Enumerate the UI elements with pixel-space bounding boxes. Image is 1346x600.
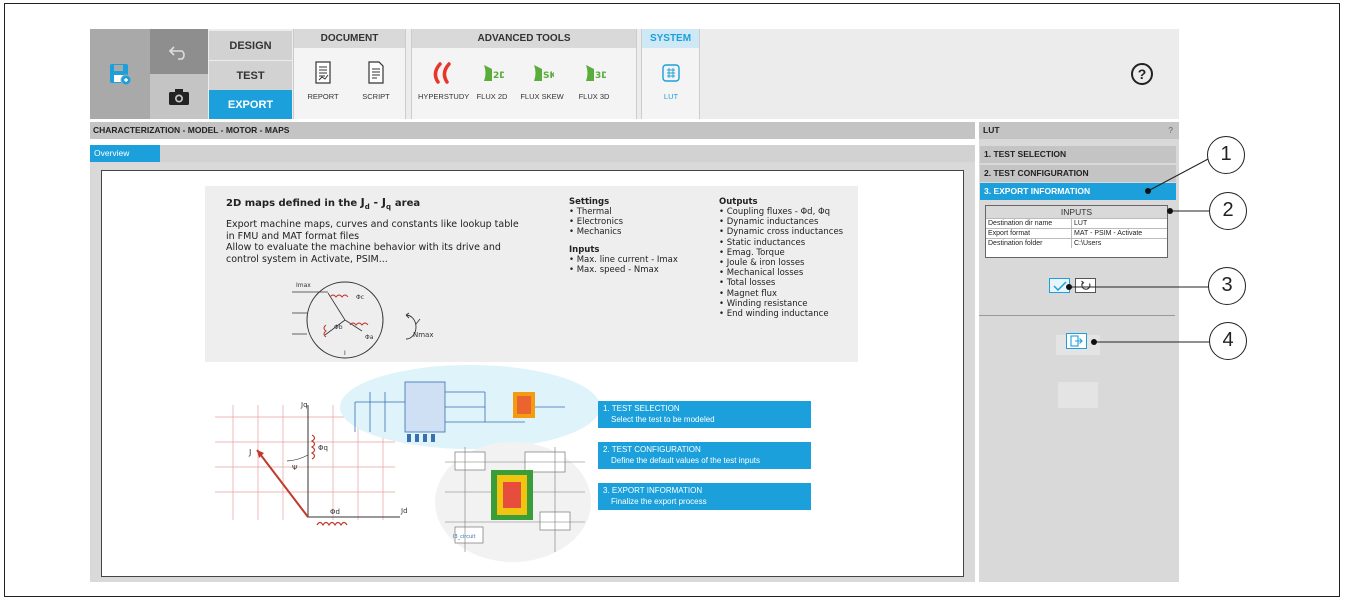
callout-4: 4 xyxy=(1209,322,1247,360)
callout-1: 1 xyxy=(1207,136,1245,174)
callout-2: 2 xyxy=(1209,192,1247,230)
callout-3: 3 xyxy=(1208,267,1246,305)
callout-leaders xyxy=(1069,157,1213,343)
